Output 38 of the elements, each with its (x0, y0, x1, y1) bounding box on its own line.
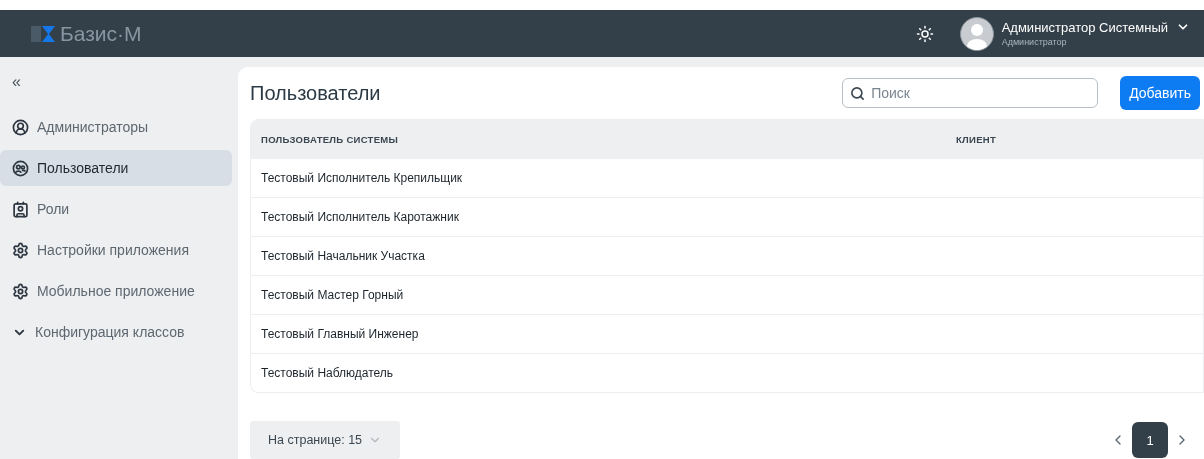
column-header: ПОЛЬЗОВАТЕЛЬ СИСТЕМЫ (260, 133, 400, 145)
sidebar-item[interactable]: Настройки приложения (0, 232, 232, 268)
per-page-select[interactable]: На странице: 15 (250, 421, 401, 459)
user-name: Администратор Системный (1001, 20, 1168, 35)
gear-icon (12, 241, 29, 259)
sidebar-item[interactable]: Пользователи (0, 150, 232, 186)
sidebar-item-label: Пользователи (37, 160, 129, 176)
table-cell-text: Тестовый Наблюдатель (260, 366, 395, 380)
sidebar-item-label: Конфигурация классов (35, 324, 185, 340)
page-button[interactable]: 1 (1132, 422, 1168, 458)
search-field[interactable]: Поиск (842, 78, 1099, 108)
sidebar-item-label: Роли (37, 201, 70, 217)
sidebar-item-label: Настройки приложения (37, 242, 189, 258)
sidebar-item[interactable]: Мобильное приложение (0, 273, 232, 309)
table-cell-text: Тестовый Мастер Горный (260, 288, 405, 302)
page-title: Пользователи (250, 81, 382, 105)
user-role: Администратор (1001, 37, 1068, 47)
add-button[interactable]: Добавить (1120, 76, 1200, 110)
app-logo-text: Базис·М (60, 21, 142, 46)
user-circle-icon (12, 118, 29, 136)
collapse-sidebar-button[interactable]: « (12, 71, 34, 93)
sidebar-item-label: Мобильное приложение (37, 283, 195, 299)
sidebar-item[interactable]: Конфигурация классов (0, 314, 232, 350)
id-badge-icon (12, 200, 29, 218)
users-icon (12, 159, 29, 177)
sidebar-item-label: Администраторы (37, 119, 149, 135)
column-header: КЛИЕНТ (955, 133, 998, 145)
search-icon (850, 86, 866, 101)
sidebar-item[interactable]: Администраторы (0, 109, 232, 145)
avatar[interactable] (959, 16, 994, 51)
sidebar-item[interactable]: Роли (0, 191, 232, 227)
table-cell-text: Тестовый Главный Инженер (260, 327, 420, 341)
theme-toggle-icon[interactable] (915, 24, 934, 43)
gear-icon (12, 282, 29, 300)
table-cell-text: Тестовый Исполнитель Каротажник (260, 210, 460, 224)
table-cell-text: Тестовый Начальник Участка (260, 249, 426, 263)
logo-icon (30, 24, 56, 43)
table-cell-text: Тестовый Исполнитель Крепильщик (260, 171, 464, 185)
